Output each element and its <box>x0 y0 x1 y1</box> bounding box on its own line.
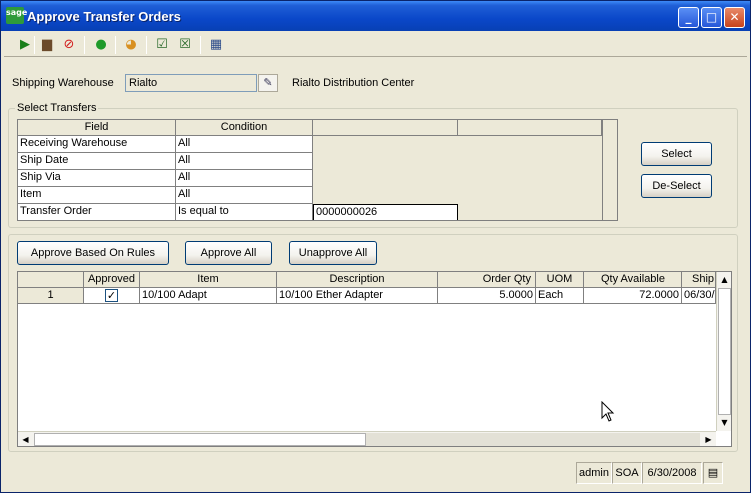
approved-cell[interactable]: ✓ <box>84 288 140 304</box>
approve-all-button[interactable]: Approve All <box>185 241 272 265</box>
scroll-left-icon[interactable]: ◀ <box>18 432 33 446</box>
condition-ship-date[interactable]: All <box>176 153 313 170</box>
toolbar-separator <box>115 36 116 54</box>
deselect-button[interactable]: De-Select <box>641 174 712 198</box>
header-ship: Ship <box>682 272 716 288</box>
header-row-number <box>18 272 84 288</box>
horizontal-scroll-track[interactable] <box>34 433 366 446</box>
header-field: Field <box>18 120 176 136</box>
qty-available-cell: 72.0000 <box>584 288 682 304</box>
maximize-icon: □ <box>705 10 718 24</box>
header-description: Description <box>277 272 438 288</box>
toolbar-separator <box>146 36 147 54</box>
field-item: Item <box>18 187 176 204</box>
window-title: Approve Transfer Orders <box>27 9 181 24</box>
run-arrow-icon[interactable]: ▶ <box>16 36 34 54</box>
vertical-scroll-track[interactable] <box>718 288 731 415</box>
header-approved: Approved <box>84 272 140 288</box>
shipping-warehouse-label: Shipping Warehouse <box>12 77 114 89</box>
toolbar-separator <box>200 36 201 54</box>
deselect-button-label: De-Select <box>652 180 701 192</box>
field-ship-date: Ship Date <box>18 153 176 170</box>
status-bar: admin SOA 6/30/2008 ▤ <box>4 459 747 489</box>
scroll-right-icon[interactable]: ▶ <box>701 432 716 446</box>
minimize-button[interactable]: _ <box>678 7 699 28</box>
scroll-up-icon[interactable]: ▲ <box>717 272 731 287</box>
title-bar[interactable]: sage Approve Transfer Orders _ □ ✕ <box>1 1 750 31</box>
help-icon[interactable]: ● <box>92 36 110 54</box>
value-transfer-order[interactable]: 0000000026 <box>313 204 458 220</box>
mouse-cursor-icon <box>601 401 615 422</box>
toolbar-separator <box>84 36 85 54</box>
deselect-check-icon[interactable]: ☒ <box>176 36 194 54</box>
header-uom: UOM <box>536 272 584 288</box>
close-icon: ✕ <box>729 10 740 24</box>
sage-logo: sage <box>6 7 27 24</box>
select-transfers-title: Select Transfers <box>15 102 99 114</box>
orders-vertical-scrollbar[interactable]: ▲ ▼ <box>716 272 731 431</box>
minimize-icon: _ <box>685 10 692 24</box>
condition-ship-via[interactable]: All <box>176 170 313 187</box>
toolbar: ▶ ▆ ⊘ ● ◕ ☑ ☒ ▦ <box>4 32 747 57</box>
printer-icon[interactable]: ▆ <box>38 36 56 54</box>
header-item: Item <box>140 272 277 288</box>
toolbar-separator <box>34 36 35 54</box>
header-value <box>313 120 458 136</box>
stop-icon[interactable]: ⊘ <box>60 36 78 54</box>
status-date: 6/30/2008 <box>642 462 702 484</box>
warehouse-lookup-button[interactable]: ✎ <box>258 74 278 92</box>
select-grid-scroll-area <box>602 120 617 220</box>
row-number: 1 <box>18 288 84 304</box>
condition-item[interactable]: All <box>176 187 313 204</box>
scroll-down-icon[interactable]: ▼ <box>717 415 731 430</box>
header-condition: Condition <box>176 120 313 136</box>
approve-rules-label: Approve Based On Rules <box>30 247 156 259</box>
item-cell[interactable]: 10/100 Adapt <box>140 288 277 304</box>
field-ship-via: Ship Via <box>18 170 176 187</box>
header-qty-available: Qty Available <box>584 272 682 288</box>
condition-receiving-warehouse[interactable]: All <box>176 136 313 153</box>
close-button[interactable]: ✕ <box>724 7 745 28</box>
shipping-warehouse-field[interactable]: Rialto <box>125 74 257 92</box>
select-transfers-grid: Field Condition Receiving Warehouse All … <box>17 119 618 221</box>
unapprove-all-button[interactable]: Unapprove All <box>289 241 377 265</box>
approve-transfer-orders-window: sage Approve Transfer Orders _ □ ✕ ▶ ▆ ⊘… <box>0 0 751 493</box>
approve-based-on-rules-button[interactable]: Approve Based On Rules <box>17 241 169 265</box>
description-cell: 10/100 Ether Adapter <box>277 288 438 304</box>
select-button[interactable]: Select <box>641 142 712 166</box>
select-check-icon[interactable]: ☑ <box>153 36 171 54</box>
field-receiving-warehouse: Receiving Warehouse <box>18 136 176 153</box>
horizontal-scroll-thumb[interactable] <box>366 433 700 446</box>
chart-icon[interactable]: ◕ <box>122 36 140 54</box>
header-order-qty: Order Qty <box>438 272 536 288</box>
ship-cell: 06/30/ <box>682 288 716 304</box>
order-qty-cell: 5.0000 <box>438 288 536 304</box>
shipping-warehouse-description: Rialto Distribution Center <box>292 77 415 89</box>
uom-cell: Each <box>536 288 584 304</box>
status-calculator-icon[interactable]: ▤ <box>703 462 723 484</box>
orders-horizontal-scrollbar[interactable]: ◀ ▶ <box>18 431 716 446</box>
select-button-label: Select <box>661 148 692 160</box>
field-transfer-order: Transfer Order <box>18 204 176 220</box>
condition-transfer-order[interactable]: Is equal to <box>176 204 313 220</box>
lookup-icon: ✎ <box>263 76 273 89</box>
maximize-button[interactable]: □ <box>701 7 722 28</box>
unapprove-all-label: Unapprove All <box>298 247 368 259</box>
header-extra <box>458 120 602 136</box>
orders-grid: Approved Item Description Order Qty UOM … <box>17 271 732 447</box>
approve-all-label: Approve All <box>200 247 257 259</box>
approved-checkbox[interactable]: ✓ <box>105 289 118 302</box>
status-user: admin <box>576 462 612 484</box>
grid-icon[interactable]: ▦ <box>207 36 225 54</box>
status-company: SOA <box>612 462 642 484</box>
